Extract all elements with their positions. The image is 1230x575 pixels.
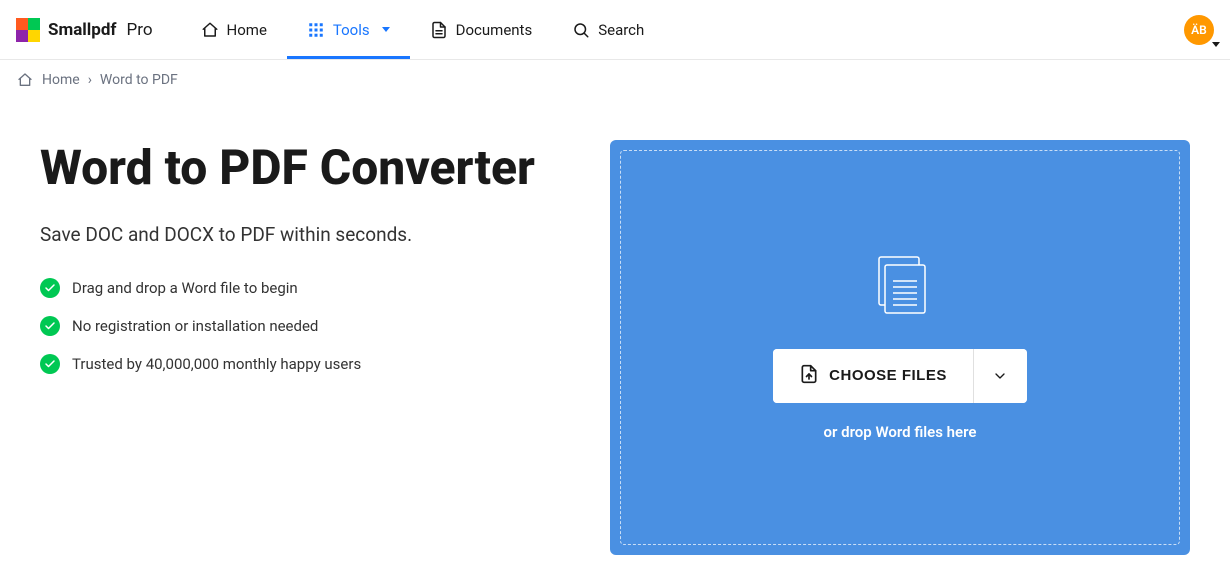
nav-tools[interactable]: Tools [287, 0, 410, 59]
left-column: Word to PDF Converter Save DOC and DOCX … [40, 140, 570, 555]
check-icon [40, 278, 60, 298]
breadcrumb-current: Word to PDF [100, 72, 178, 88]
top-navigation: Smallpdf Pro Home Tools Documents [0, 0, 1230, 60]
chevron-down-icon [992, 368, 1008, 384]
feature-item: Drag and drop a Word file to begin [40, 278, 570, 298]
feature-text: No registration or installation needed [72, 317, 318, 335]
brand-logo[interactable]: Smallpdf Pro [16, 18, 153, 42]
brand-tier: Pro [127, 20, 153, 40]
nav-search[interactable]: Search [552, 0, 664, 59]
chevron-down-icon [382, 27, 390, 32]
nav-home[interactable]: Home [181, 0, 287, 59]
nav-search-label: Search [598, 21, 644, 39]
drop-hint: or drop Word files here [824, 423, 977, 441]
feature-text: Drag and drop a Word file to begin [72, 279, 298, 297]
nav-tools-label: Tools [333, 21, 370, 39]
check-icon [40, 354, 60, 374]
user-avatar[interactable]: ÄB [1184, 15, 1214, 45]
feature-text: Trusted by 40,000,000 monthly happy user… [72, 355, 361, 373]
choose-files-row: CHOOSE FILES [773, 349, 1027, 403]
feature-list: Drag and drop a Word file to begin No re… [40, 278, 570, 374]
home-icon [201, 21, 219, 39]
page-subtitle: Save DOC and DOCX to PDF within seconds. [40, 223, 570, 246]
logo-icon [16, 18, 40, 42]
chevron-down-icon [1212, 42, 1220, 47]
dropzone-column: CHOOSE FILES or drop Word files here [610, 140, 1190, 555]
breadcrumb-separator: › [88, 72, 92, 88]
check-icon [40, 316, 60, 336]
choose-source-dropdown[interactable] [973, 349, 1027, 403]
grid-icon [307, 21, 325, 39]
document-icon [430, 21, 448, 39]
dropzone-inner: CHOOSE FILES or drop Word files here [620, 150, 1180, 545]
choose-files-label: CHOOSE FILES [829, 367, 947, 384]
nav-documents[interactable]: Documents [410, 0, 553, 59]
documents-stack-icon [871, 255, 929, 321]
choose-files-button[interactable]: CHOOSE FILES [773, 349, 973, 403]
brand-name: Smallpdf [48, 20, 117, 40]
breadcrumb: Home › Word to PDF [0, 60, 1230, 100]
file-dropzone[interactable]: CHOOSE FILES or drop Word files here [610, 140, 1190, 555]
search-icon [572, 21, 590, 39]
breadcrumb-home[interactable]: Home [42, 72, 80, 88]
nav-bar: Home Tools Documents Search [181, 0, 665, 59]
nav-documents-label: Documents [456, 21, 533, 39]
nav-home-label: Home [227, 21, 267, 39]
upload-file-icon [799, 364, 819, 388]
home-icon [16, 71, 34, 89]
main-content: Word to PDF Converter Save DOC and DOCX … [0, 100, 1230, 555]
feature-item: No registration or installation needed [40, 316, 570, 336]
feature-item: Trusted by 40,000,000 monthly happy user… [40, 354, 570, 374]
page-title: Word to PDF Converter [40, 140, 570, 195]
avatar-initials: ÄB [1191, 23, 1207, 37]
